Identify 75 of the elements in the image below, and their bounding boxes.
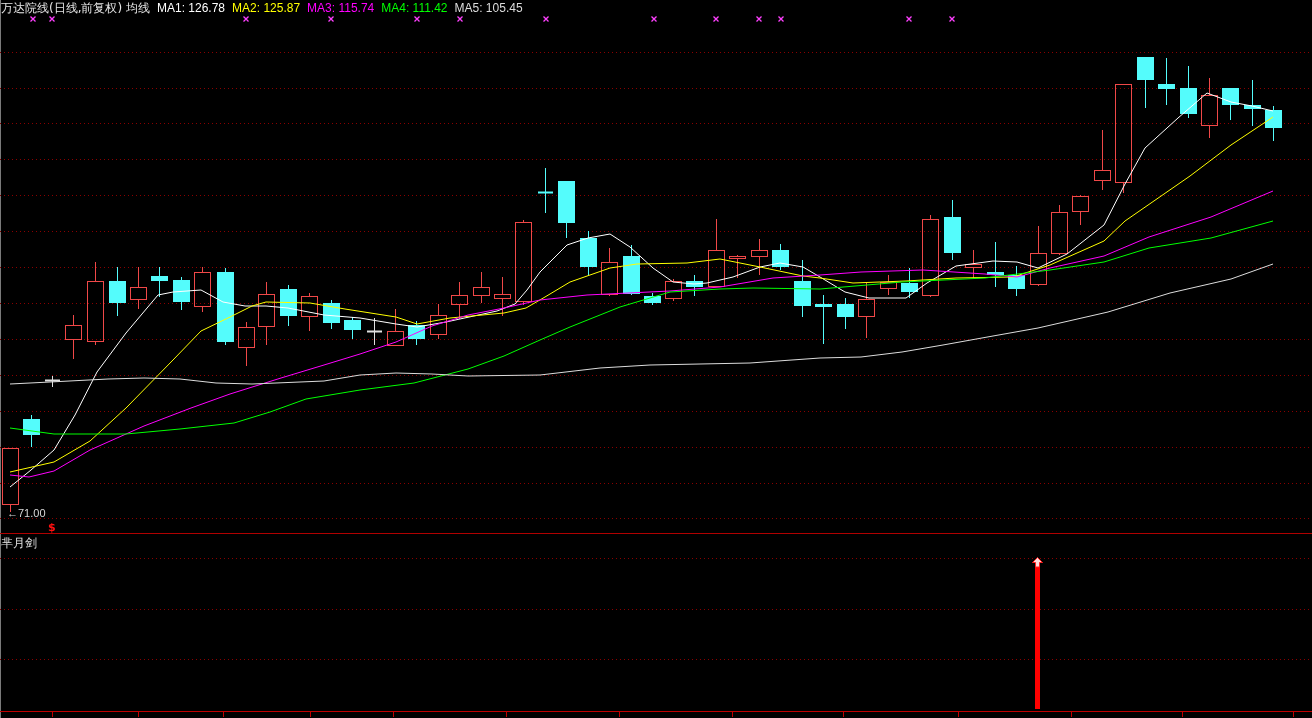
candlestick <box>944 199 961 261</box>
x-marker-icon <box>29 15 37 23</box>
legend-item: MA5: 105.45 <box>454 1 523 15</box>
candlestick <box>238 321 255 367</box>
candlestick <box>1008 265 1025 297</box>
x-marker-icon <box>456 15 464 23</box>
candlestick <box>1222 87 1239 121</box>
price-label: ←71.00 <box>7 507 46 519</box>
chart-title: 万达院线(日线,前复权) 均线 <box>1 1 150 15</box>
candlestick <box>815 294 832 345</box>
candlestick <box>1265 105 1282 142</box>
candlestick <box>387 308 404 346</box>
candlestick <box>408 320 425 346</box>
candlestick <box>880 274 897 296</box>
candlestick <box>130 266 147 310</box>
legend-item: MA2: 125.87 <box>232 1 301 15</box>
x-marker-icon <box>712 15 720 23</box>
candlestick <box>537 167 554 214</box>
x-marker-icon <box>905 15 913 23</box>
x-marker-icon <box>755 15 763 23</box>
candlestick <box>623 244 640 296</box>
candlestick <box>558 180 575 239</box>
candlestick <box>301 292 318 332</box>
x-marker-icon <box>242 15 250 23</box>
candlestick <box>194 266 211 313</box>
candlestick <box>23 414 40 448</box>
candlestick <box>965 249 982 279</box>
indicator-title: 芈月剑 <box>0 535 37 550</box>
candlestick <box>794 259 811 318</box>
candlestick <box>858 282 875 339</box>
candlestick <box>258 281 275 346</box>
candlestick <box>837 297 854 330</box>
candlestick <box>772 243 789 271</box>
legend-item: MA3: 115.74 <box>307 1 375 15</box>
candlestick <box>473 271 490 304</box>
candlestick <box>644 292 661 306</box>
legend-item: MA4: 111.42 <box>381 1 448 15</box>
x-marker-icon <box>948 15 956 23</box>
candlestick <box>1244 79 1261 127</box>
candlestick <box>151 266 168 298</box>
candlestick <box>987 241 1004 288</box>
candlestick <box>1030 225 1047 287</box>
candlestick <box>366 317 383 346</box>
candlestick <box>1137 56 1154 109</box>
x-marker-icon <box>48 15 56 23</box>
candlestick <box>686 274 703 297</box>
x-marker-icon <box>542 15 550 23</box>
candlestick <box>280 284 297 327</box>
candlestick <box>580 230 597 277</box>
candlestick <box>665 278 682 302</box>
candlestick <box>44 375 61 388</box>
candlestick <box>751 238 768 276</box>
candlestick <box>601 247 618 297</box>
candlestick <box>708 218 725 287</box>
candlestick <box>173 276 190 311</box>
legend-item: MA1: 126.78 <box>157 1 226 15</box>
candlestick <box>1094 129 1111 191</box>
candlestick <box>430 303 447 340</box>
x-marker-icon <box>777 15 785 23</box>
candlestick <box>109 266 126 317</box>
candlestick <box>344 316 361 340</box>
candlestick <box>901 267 918 299</box>
x-marker-icon <box>327 15 335 23</box>
signal-symbol: $ <box>48 521 56 533</box>
candlestick <box>494 276 511 317</box>
candlestick <box>323 299 340 330</box>
x-marker-icon <box>413 15 421 23</box>
candlestick <box>1180 65 1197 119</box>
candlestick <box>1051 204 1068 256</box>
candlestick <box>1072 194 1089 226</box>
candlestick <box>729 254 746 279</box>
x-marker-icon <box>650 15 658 23</box>
candlestick <box>65 314 82 360</box>
candlestick <box>1158 57 1175 106</box>
candlestick <box>1201 77 1218 139</box>
